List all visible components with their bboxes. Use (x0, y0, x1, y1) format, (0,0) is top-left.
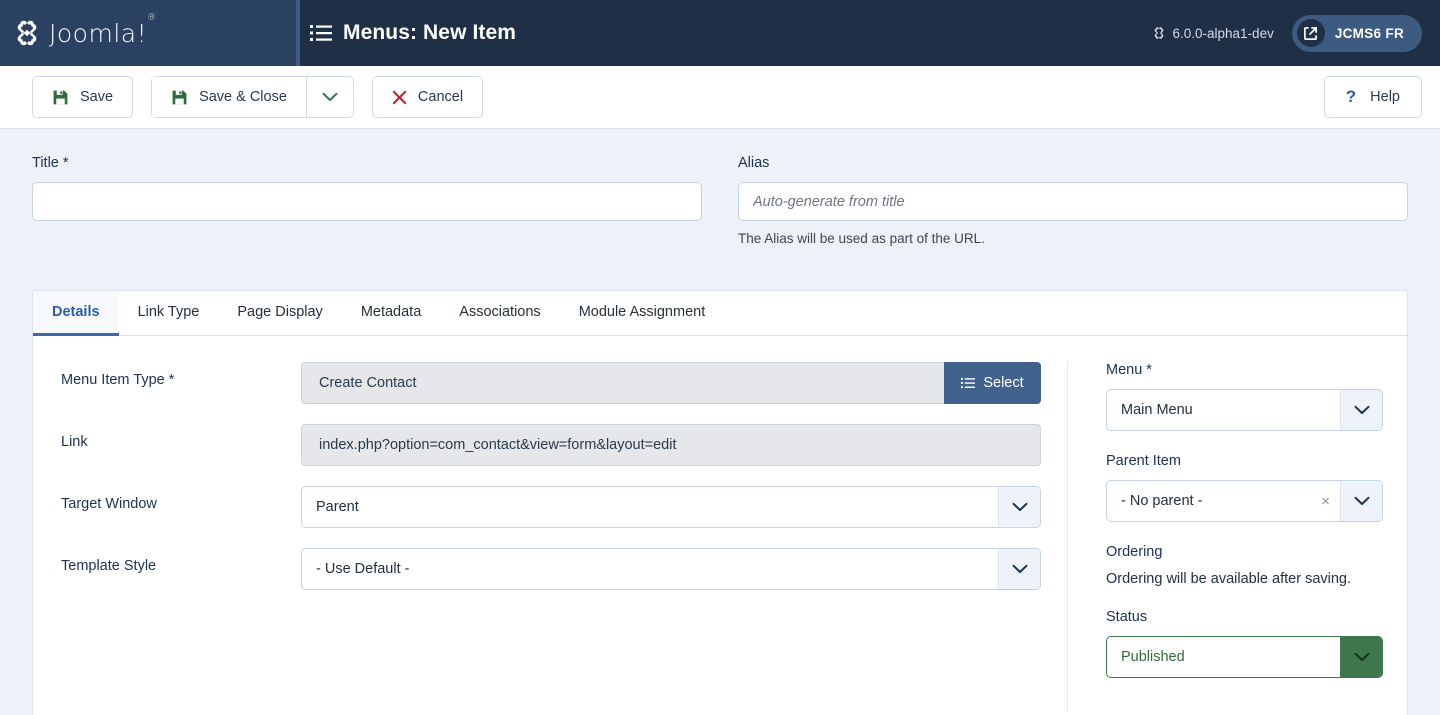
help-button[interactable]: ? Help (1324, 76, 1422, 118)
menu-item-type-select-button[interactable]: Select (944, 362, 1041, 404)
link-row: Link index.php?option=com_contact&view=f… (61, 424, 1041, 466)
status-label: Status (1106, 609, 1383, 625)
tab-associations[interactable]: Associations (440, 291, 559, 336)
brand-area[interactable]: Joomla!® (0, 0, 296, 66)
menu-select[interactable]: Main Menu (1106, 389, 1383, 431)
ordering-label: Ordering (1106, 544, 1383, 560)
tab-metadata[interactable]: Metadata (342, 291, 440, 336)
tab-link-type[interactable]: Link Type (119, 291, 219, 336)
status-value: Published (1107, 649, 1340, 665)
top-fields-row: Title * Alias The Alias will be used as … (32, 129, 1408, 246)
joomla-mark-icon (1152, 26, 1166, 40)
parent-item-field-group: Parent Item - No parent - × (1106, 453, 1383, 522)
parent-item-label: Parent Item (1106, 453, 1383, 469)
menu-field-group: Menu * Main Menu (1106, 362, 1383, 431)
template-style-value: - Use Default - (302, 561, 998, 577)
app-header: Joomla!® Menus: New Item 6.0.0-alpha1- (0, 0, 1440, 66)
tab-panel-details: Menu Item Type * Create Contact (33, 336, 1407, 712)
save-close-group: Save & Close (151, 76, 354, 118)
menu-item-type-row: Menu Item Type * Create Contact (61, 362, 1041, 404)
save-close-button[interactable]: Save & Close (152, 77, 306, 117)
menu-item-type-select-label: Select (983, 375, 1023, 391)
site-name-label: JCMS6 FR (1335, 26, 1404, 41)
page-content: Title * Alias The Alias will be used as … (0, 129, 1440, 715)
cancel-button-label: Cancel (418, 89, 463, 105)
chevron-down-icon (1340, 637, 1382, 677)
template-style-label: Template Style (61, 548, 301, 574)
save-close-button-label: Save & Close (199, 89, 287, 105)
cancel-button[interactable]: Cancel (372, 76, 483, 118)
target-window-label: Target Window (61, 486, 301, 512)
menu-label: Menu * (1106, 362, 1383, 378)
target-window-value: Parent (302, 499, 998, 515)
version-label: 6.0.0-alpha1-dev (1173, 26, 1274, 41)
menu-item-type-label: Menu Item Type * (61, 362, 301, 388)
status-select[interactable]: Published (1106, 636, 1383, 678)
status-field-group: Status Published (1106, 609, 1383, 678)
title-field-group: Title * (32, 155, 702, 246)
link-value: index.php?option=com_contact&view=form&l… (301, 424, 1041, 466)
header-title-area: Menus: New Item (300, 0, 1152, 66)
help-button-label: Help (1370, 89, 1400, 105)
chevron-down-icon (1340, 390, 1382, 430)
details-main-column: Menu Item Type * Create Contact (33, 362, 1067, 712)
save-floppy-icon (52, 89, 69, 106)
question-mark-icon: ? (1346, 87, 1356, 107)
target-window-row: Target Window Parent (61, 486, 1041, 528)
target-window-select[interactable]: Parent (301, 486, 1041, 528)
link-label: Link (61, 424, 301, 450)
parent-item-value: - No parent - (1107, 493, 1311, 509)
joomla-logo-icon (12, 18, 42, 48)
menu-item-type-group: Create Contact Select (301, 362, 1041, 404)
visit-site-button[interactable]: JCMS6 FR (1292, 15, 1422, 52)
menu-value: Main Menu (1107, 402, 1340, 418)
tab-module-assignment[interactable]: Module Assignment (560, 291, 725, 336)
page-title: Menus: New Item (343, 21, 516, 45)
details-side-column: Menu * Main Menu Parent Item - No parent (1067, 362, 1407, 712)
joomla-logo[interactable]: Joomla!® (12, 18, 157, 48)
edit-form-card: Details Link Type Page Display Metadata … (32, 290, 1408, 715)
list-icon (961, 377, 975, 389)
list-icon (310, 24, 332, 42)
version-badge: 6.0.0-alpha1-dev (1152, 26, 1274, 41)
toolbar: Save Save & Close Canc (0, 66, 1440, 129)
chevron-down-icon (998, 487, 1040, 527)
tab-bar: Details Link Type Page Display Metadata … (33, 291, 1407, 336)
brand-wordmark: Joomla!® (49, 19, 157, 48)
close-x-icon (392, 90, 407, 105)
chevron-down-icon (1340, 481, 1382, 521)
ordering-field-group: Ordering Ordering will be available afte… (1106, 544, 1383, 587)
template-style-select[interactable]: - Use Default - (301, 548, 1041, 590)
chevron-down-icon (322, 92, 338, 102)
alias-input[interactable] (738, 182, 1408, 221)
alias-field-group: Alias The Alias will be used as part of … (738, 155, 1408, 246)
chevron-down-icon (998, 549, 1040, 589)
header-right-area: 6.0.0-alpha1-dev JCMS6 FR (1152, 0, 1440, 66)
save-button-label: Save (80, 89, 113, 105)
tab-details[interactable]: Details (33, 291, 119, 336)
alias-help-text: The Alias will be used as part of the UR… (738, 231, 1408, 246)
tab-page-display[interactable]: Page Display (218, 291, 341, 336)
parent-item-select[interactable]: - No parent - × (1106, 480, 1383, 522)
external-link-icon (1297, 19, 1325, 47)
title-input[interactable] (32, 182, 702, 221)
save-floppy-icon (171, 89, 188, 106)
clear-x-icon[interactable]: × (1311, 493, 1340, 510)
save-button[interactable]: Save (32, 76, 133, 118)
title-label: Title * (32, 155, 702, 171)
save-options-dropdown-button[interactable] (306, 77, 353, 117)
template-style-row: Template Style - Use Default - (61, 548, 1041, 590)
ordering-note: Ordering will be available after saving. (1106, 571, 1383, 587)
menu-item-type-value: Create Contact (301, 362, 944, 404)
toolbar-actions: Save Save & Close Canc (32, 76, 483, 118)
alias-label: Alias (738, 155, 1408, 171)
